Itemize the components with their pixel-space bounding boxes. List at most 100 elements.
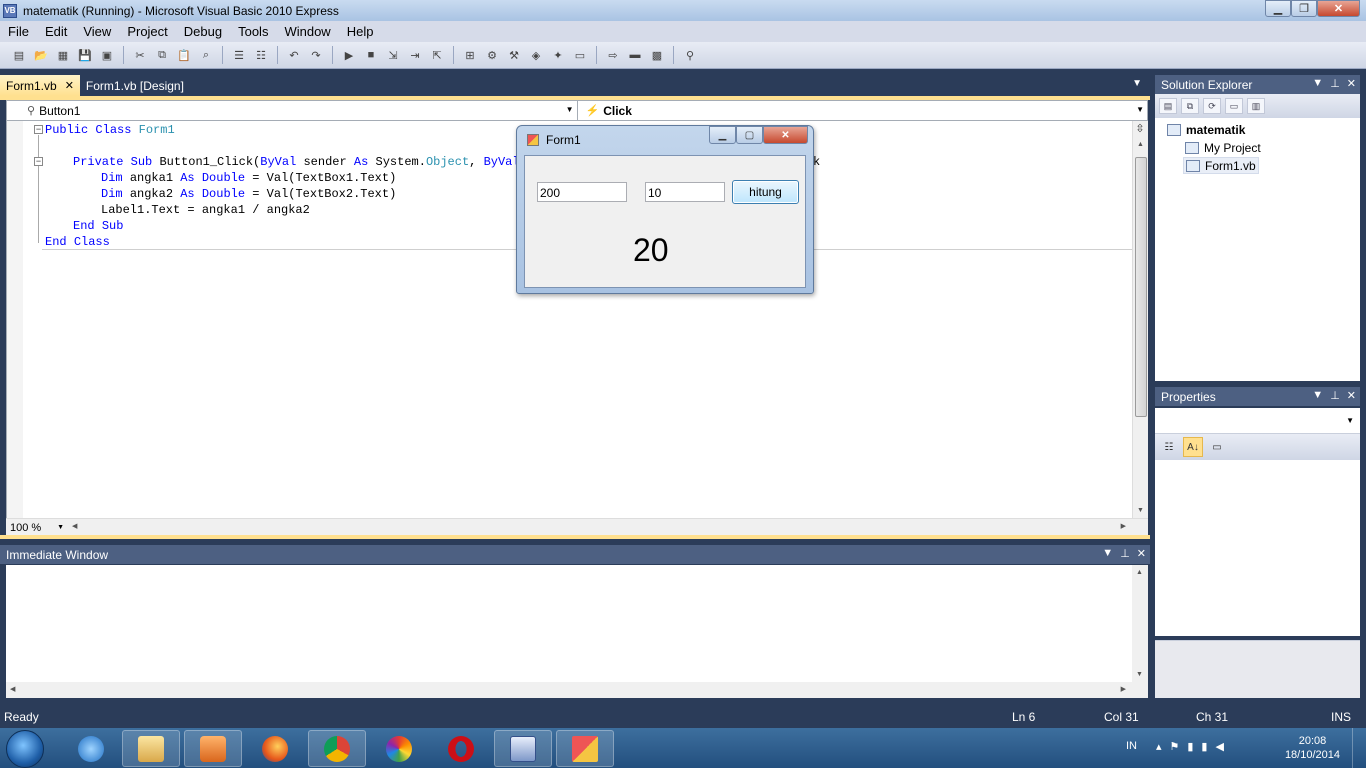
media-player-taskbar-button[interactable]	[184, 730, 242, 767]
undo-icon[interactable]: ↶	[285, 47, 303, 63]
tab-list-dropdown-icon[interactable]: ▼	[1132, 78, 1142, 89]
new-project-icon[interactable]: ▤	[10, 47, 28, 63]
immediate-window-icon[interactable]: ▬	[626, 47, 644, 63]
menu-project[interactable]: Project	[119, 24, 175, 39]
scroll-down-icon[interactable]: ▼	[1136, 671, 1143, 678]
start-button[interactable]	[6, 730, 44, 768]
tree-item-form1[interactable]: Form1.vb	[1183, 157, 1259, 174]
step-out-icon[interactable]: ⇱	[428, 47, 446, 63]
menu-edit[interactable]: Edit	[37, 24, 75, 39]
vb-app-icon[interactable]: VB	[3, 3, 17, 18]
close-icon[interactable]: ✕	[1347, 77, 1356, 90]
close-tab-icon[interactable]: ✕	[65, 79, 74, 92]
hitung-button[interactable]: hitung	[732, 180, 799, 204]
close-icon[interactable]: ✕	[1347, 389, 1356, 402]
paste-icon[interactable]: 📋	[175, 47, 193, 63]
language-indicator[interactable]: IN	[1126, 740, 1137, 752]
textbox2-input[interactable]: 10	[645, 182, 725, 202]
redo-icon[interactable]: ↷	[307, 47, 325, 63]
chevron-down-icon[interactable]: ▼	[1346, 416, 1354, 425]
chevron-down-icon[interactable]: ▼	[1136, 105, 1144, 114]
menu-window[interactable]: Window	[276, 24, 338, 39]
event-dropdown[interactable]: ⚡ Click ▼	[578, 101, 1148, 120]
menu-help[interactable]: Help	[339, 24, 382, 39]
immediate-horizontal-scrollbar[interactable]: ◀ ▶	[6, 682, 1148, 698]
close-button[interactable]: ✕	[763, 126, 808, 144]
view-code-icon[interactable]: ▭	[1225, 98, 1243, 114]
menu-view[interactable]: View	[75, 24, 119, 39]
properties-icon[interactable]: ⚙	[483, 47, 501, 63]
comment-icon[interactable]: ☰	[230, 47, 248, 63]
menu-tools[interactable]: Tools	[230, 24, 276, 39]
scroll-right-icon[interactable]: ▶	[1121, 522, 1126, 530]
collapse-icon[interactable]: −	[34, 125, 43, 134]
close-icon[interactable]: ✕	[1137, 547, 1146, 560]
start-page-icon[interactable]: ▭	[571, 47, 589, 63]
object-dropdown[interactable]: ⚲ Button1 ▼	[7, 101, 578, 120]
split-handle-icon[interactable]: ⇳	[1133, 122, 1147, 136]
editor-horizontal-scrollbar[interactable]: 100 % ▼ ◀ ▶	[6, 518, 1148, 535]
pin-icon[interactable]: ⊥	[1330, 77, 1340, 90]
cut-icon[interactable]: ✂	[131, 47, 149, 63]
menu-debug[interactable]: Debug	[176, 24, 230, 39]
properties-object-dropdown[interactable]: ▼	[1155, 408, 1360, 434]
properties-icon[interactable]: ⧉	[1181, 98, 1199, 114]
chevron-down-icon[interactable]: ▼	[57, 524, 64, 531]
window-position-icon[interactable]: ▼	[1312, 389, 1323, 402]
stop-debugging-icon[interactable]: ■	[362, 47, 380, 63]
property-pages-icon[interactable]: ▭	[1207, 437, 1227, 457]
categorized-icon[interactable]: ☷	[1159, 437, 1179, 457]
scroll-left-icon[interactable]: ◀	[72, 522, 77, 530]
tab-form1-design[interactable]: Form1.vb [Design]	[80, 75, 190, 96]
open-file-icon[interactable]: 📂	[32, 47, 50, 63]
chrome-taskbar-button[interactable]	[308, 730, 366, 767]
firefox-taskbar-button[interactable]	[246, 730, 304, 767]
solution-explorer-icon[interactable]: ⊞	[461, 47, 479, 63]
scroll-down-icon[interactable]: ▼	[1137, 507, 1144, 514]
add-item-icon[interactable]: ▦	[54, 47, 72, 63]
scroll-up-icon[interactable]: ▲	[1137, 141, 1144, 148]
toolbar-options-icon[interactable]: ⚲	[681, 47, 699, 63]
pin-icon[interactable]: ⊥	[1330, 389, 1340, 402]
immediate-window-content[interactable]: ▲ ▼ ◀ ▶	[6, 565, 1148, 698]
picasa-taskbar-button[interactable]	[370, 730, 428, 767]
close-button[interactable]: ✕	[1317, 0, 1360, 17]
copy-icon[interactable]: ⧉	[153, 47, 171, 63]
show-all-files-icon[interactable]: ▤	[1159, 98, 1177, 114]
minimize-button[interactable]: ▁	[709, 126, 736, 144]
scroll-up-icon[interactable]: ▲	[1136, 569, 1143, 576]
window-position-icon[interactable]: ▼	[1102, 547, 1113, 560]
view-designer-icon[interactable]: ▥	[1247, 98, 1265, 114]
tab-form1-code[interactable]: Form1.vb ✕	[0, 75, 80, 96]
clock[interactable]: 20:08 18/10/2014	[1285, 734, 1340, 762]
textbox1-input[interactable]: 200	[537, 182, 627, 202]
navigate-icon[interactable]: ⇨	[604, 47, 622, 63]
object-browser-icon[interactable]: ◈	[527, 47, 545, 63]
extension-icon[interactable]: ✦	[549, 47, 567, 63]
editor-vertical-scrollbar[interactable]: ⇳ ▲ ▼	[1132, 121, 1148, 518]
scroll-thumb[interactable]	[1135, 157, 1147, 417]
opera-taskbar-button[interactable]	[432, 730, 490, 767]
alphabetical-icon[interactable]: A↓	[1183, 437, 1203, 457]
continue-icon[interactable]: ▶	[340, 47, 358, 63]
zoom-dropdown[interactable]: 100 % ▼	[8, 520, 66, 535]
window-position-icon[interactable]: ▼	[1312, 77, 1323, 90]
tray-icons[interactable]: ▴⚑▮▮◀	[1156, 740, 1232, 753]
save-all-icon[interactable]: ▣	[98, 47, 116, 63]
output-window-icon[interactable]: ▩	[648, 47, 666, 63]
step-into-icon[interactable]: ⇲	[384, 47, 402, 63]
scroll-left-icon[interactable]: ◀	[10, 685, 15, 693]
minimize-button[interactable]: ▁	[1265, 0, 1291, 17]
internet-explorer-taskbar-button[interactable]	[62, 730, 120, 767]
chevron-down-icon[interactable]: ▼	[566, 105, 574, 114]
show-desktop-button[interactable]	[1352, 728, 1366, 768]
save-icon[interactable]: 💾	[76, 47, 94, 63]
explorer-taskbar-button[interactable]	[122, 730, 180, 767]
menu-file[interactable]: File	[0, 24, 37, 39]
tree-item-my-project[interactable]: My Project	[1185, 139, 1261, 156]
immediate-vertical-scrollbar[interactable]: ▲ ▼	[1132, 565, 1148, 682]
maximize-button[interactable]: ▢	[736, 126, 763, 144]
toolbox-icon[interactable]: ⚒	[505, 47, 523, 63]
find-icon[interactable]: ⌕	[197, 47, 215, 63]
refresh-icon[interactable]: ⟳	[1203, 98, 1221, 114]
